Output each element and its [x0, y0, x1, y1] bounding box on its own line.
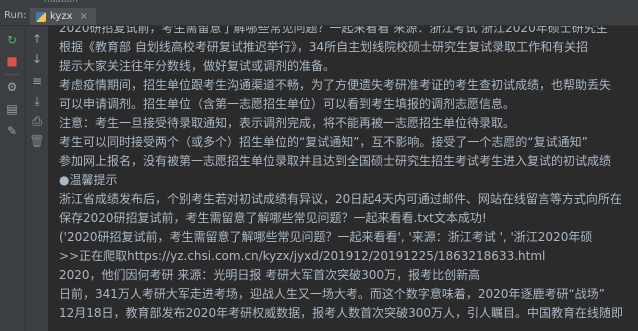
console-line: 提示大家关注往年分数线，做好复试或调剂的准备。 [59, 59, 336, 73]
window-title-strip: huaban [0, 0, 638, 8]
run-toolbar: Run: kyzx × [0, 8, 638, 26]
console-line: ('2020研招复试前，考生需留意了解哪些常见问题？一起来看看', '来源：浙江… [59, 230, 593, 244]
window-title: huaban [44, 0, 78, 5]
console-line: 12月18日，教育部发布2020年考研权威数据，报考人数首次突破300万人，引人… [59, 306, 623, 320]
console-line: 浙江省成绩发布后，个别考生若对初试成绩有异议，20日起4天内可通过邮件、网站在线… [59, 192, 622, 206]
console-actions-toolbar: ↑ ↓ ≡ ⤓ ⎙ 🗑 [26, 26, 49, 331]
python-file-icon [36, 11, 46, 22]
scroll-to-end-icon[interactable]: ⤓ [28, 92, 46, 110]
console-line: 参加网上报名，没有被第一志愿招生单位录取并且达到全国硕士研究生招生考试考生进入复… [59, 154, 612, 168]
stop-icon[interactable]: ■ [3, 52, 21, 70]
console-line: ●温馨提示 [59, 173, 118, 187]
console-line: 注意：考生一旦接受待录取通知，表示调剂完成，将不能再被一志愿招生单位待录取。 [59, 116, 516, 130]
run-label: Run: [4, 10, 27, 21]
console-line: 保存2020研招复试前，考生需留意了解哪些常见问题？一起来看看.txt文本成功! [59, 211, 487, 225]
console-line: 考生可以同时接受两个（或多个）招生单位的“复试通知”，互不影响。接受了一个志愿的… [59, 135, 588, 149]
console-output[interactable]: 2020研招复试前，考生需留意了解哪些常见问题？一起来看看 来源：浙江考试 浙江… [49, 26, 638, 331]
console-line: 2020，他们因何考研 来源：光明日报 考研大军首次突破300万，报考比创新高 [59, 268, 481, 282]
down-arrow-icon[interactable]: ↓ [28, 50, 46, 68]
toolbar-divider [4, 74, 20, 75]
console-line: 2020研招复试前，考生需留意了解哪些常见问题？一起来看看 来源：浙江考试 浙江… [59, 26, 608, 35]
console-line: 考虑疫情期间，招生单位跟考生沟通渠道不畅，为了方便遗失考研准考证的考生查初试成绩… [59, 78, 612, 92]
rerun-icon[interactable]: ↻ [3, 31, 21, 49]
layout-icon[interactable]: ▤ [3, 100, 21, 118]
pin-icon[interactable]: ✎ [3, 122, 21, 140]
close-icon[interactable]: × [80, 11, 88, 22]
console-line: 根据《教育部 自划线高校考研复试推迟举行》，34所自主划线院校硕士研究生复试录取… [59, 40, 589, 54]
soft-wrap-icon[interactable]: ≡ [28, 72, 46, 90]
print-icon[interactable]: ⎙ [28, 112, 46, 130]
run-actions-toolbar: ↻ ■ ⚙ ▤ ✎ [0, 26, 26, 331]
console-line-url[interactable]: >>正在爬取https://yz.chsi.com.cn/kyzx/jyxd/2… [59, 247, 545, 266]
tab-label: kyzx [50, 11, 73, 22]
console-line: 日前，341万人考研大军走进考场，迎战人生又一场大考。而这个数字意味着，2020… [59, 287, 605, 301]
up-arrow-icon[interactable]: ↑ [28, 30, 46, 48]
console-line: 可以申请调剂。招生单位（含第一志愿招生单位）可以看到考生填报的调剂志愿信息。 [59, 97, 516, 111]
delete-icon[interactable]: 🗑 [28, 132, 46, 150]
settings-icon[interactable]: ⚙ [3, 78, 21, 96]
tab-kyzx[interactable]: kyzx × [30, 8, 96, 25]
